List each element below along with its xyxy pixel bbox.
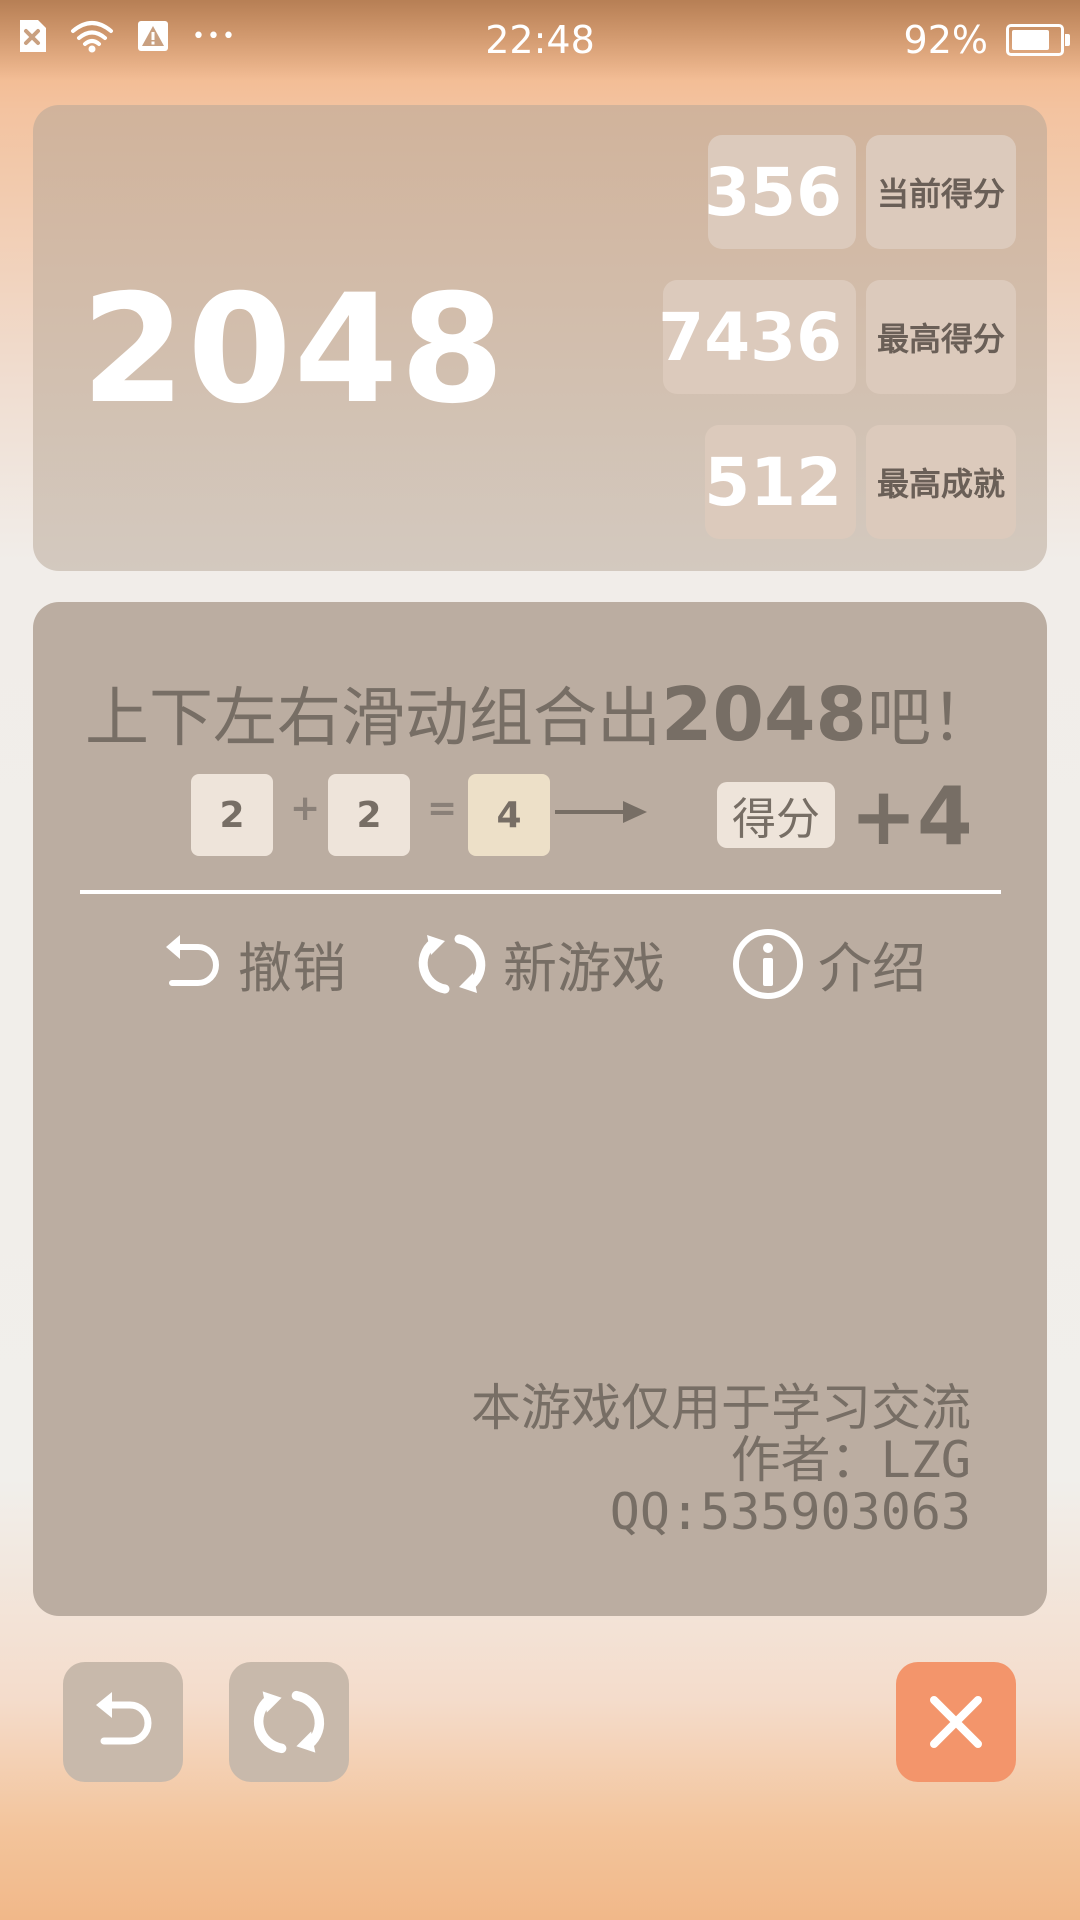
score-gain: +4 [850,770,973,863]
close-button[interactable] [896,1662,1016,1782]
new-game-menu-button[interactable]: 新游戏 [415,924,665,1003]
undo-menu-button[interactable]: 撤销 [158,924,346,1003]
status-icons-right: 92% [903,18,1070,62]
current-score-label: 当前得分 [866,135,1016,249]
example-tile-b: 2 [328,774,410,856]
plus-sign: + [290,788,321,829]
credits-disclaimer: 本游戏仅用于学习交流 [471,1379,971,1437]
game-logo: 2048 [81,263,507,437]
example-tile-result: 4 [468,774,550,856]
best-score-row: 7436 最高得分 [658,280,1016,394]
intro-label: 介绍 [818,937,926,1000]
credits-qq: QQ:535903063 [609,1483,971,1541]
new-game-label: 新游戏 [503,937,665,1000]
battery-icon [1006,24,1070,56]
credits: 本游戏仅用于学习交流 作者：LZG QQ:535903063 [471,1382,971,1538]
header-card: 2048 356 当前得分 7436 最高得分 512 最高成就 [33,105,1047,571]
new-game-button[interactable] [229,1662,349,1782]
credits-author: 作者：LZG [730,1431,971,1489]
status-bar: ••• 22:48 92% [0,0,1080,80]
best-score-value: 7436 [658,280,856,394]
example-tile-a: 2 [191,774,273,856]
tagline-prefix: 上下左右滑动组合出 [85,682,662,756]
score-badge: 得分 [717,782,835,848]
tagline-suffix: 吧！ [866,682,995,756]
current-score-row: 356 当前得分 [704,135,1016,249]
tagline-number: 2048 [661,672,867,758]
equals-sign: = [427,788,458,829]
close-icon [930,1696,982,1748]
best-tile-value: 512 [704,425,856,539]
current-score-value: 356 [704,135,856,249]
intro-menu-button[interactable]: 介绍 [732,924,926,1003]
undo-icon [166,934,219,986]
undo-button[interactable] [63,1662,183,1782]
divider [80,890,1001,894]
best-tile-label: 最高成就 [866,425,1016,539]
best-tile-row: 512 最高成就 [704,425,1016,539]
merge-example: 2 + 2 = 4 得分 +4 [158,770,973,863]
best-score-label: 最高得分 [866,280,1016,394]
undo-icon [96,1692,152,1745]
info-icon [733,928,803,999]
main-card: 上下左右滑动组合出2048吧！ 2 + 2 = 4 得分 +4 撤销 新游戏 介… [33,602,1047,1616]
undo-label: 撤销 [238,937,346,1000]
refresh-icon [418,934,486,993]
refresh-icon [253,1690,325,1754]
tagline: 上下左右滑动组合出2048吧！ [33,667,1047,759]
battery-percent: 92% [903,18,988,62]
battery-fill [1012,30,1049,50]
arrow-right-icon [555,801,647,823]
